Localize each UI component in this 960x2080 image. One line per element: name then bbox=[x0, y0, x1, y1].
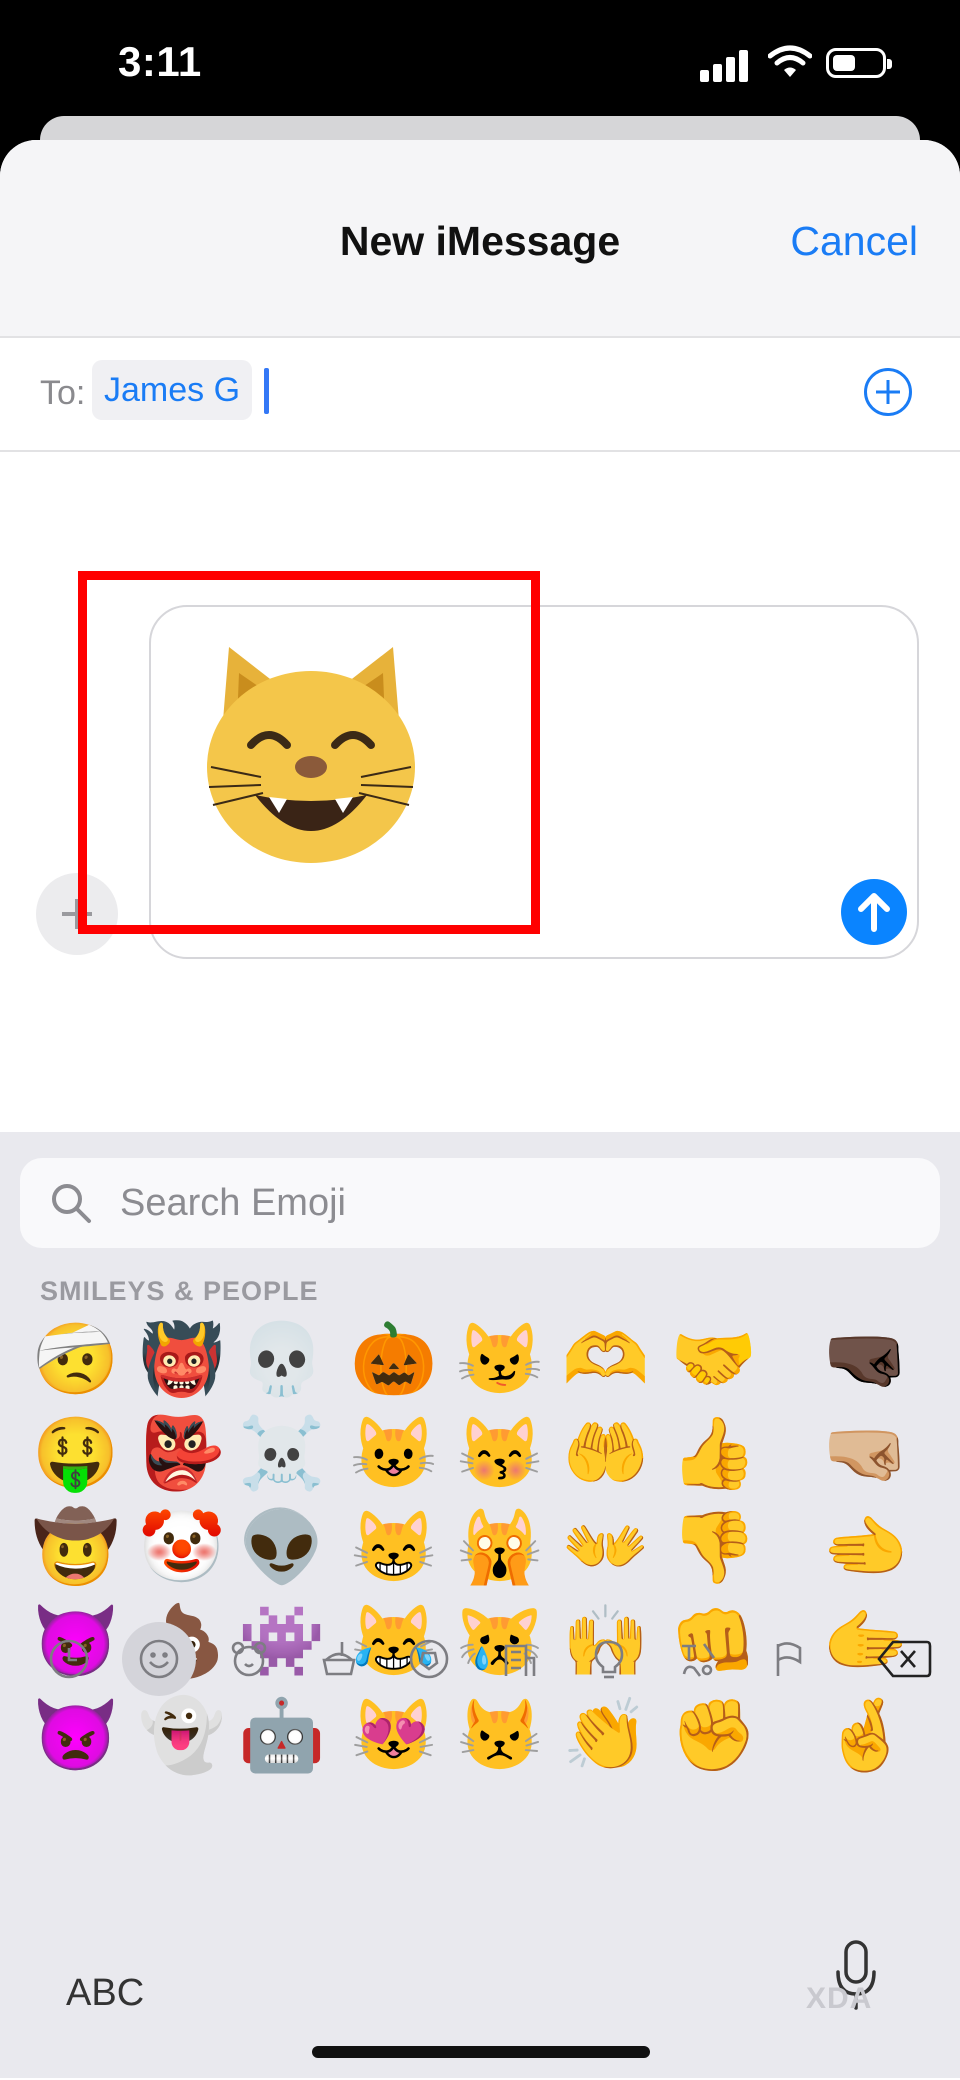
search-placeholder: Search Emoji bbox=[120, 1182, 346, 1224]
emoji-key[interactable]: 😸 bbox=[350, 1505, 437, 1589]
activity-icon[interactable] bbox=[392, 1622, 466, 1696]
delete-key[interactable] bbox=[864, 1622, 944, 1696]
arrow-up-icon bbox=[858, 893, 890, 932]
wifi-icon bbox=[768, 45, 812, 77]
emoji-key[interactable]: 🙀 bbox=[456, 1505, 543, 1589]
emoji-key[interactable]: 🤲 bbox=[562, 1411, 649, 1495]
emoji-key[interactable]: 👎 bbox=[670, 1505, 757, 1589]
emoji-key[interactable]: 😺 bbox=[350, 1411, 437, 1495]
section-label: SMILEYS & PEOPLE bbox=[40, 1276, 319, 1306]
send-button[interactable] bbox=[841, 879, 907, 945]
animals-icon[interactable] bbox=[212, 1622, 286, 1696]
emoji-key[interactable]: 💀 bbox=[238, 1317, 325, 1401]
navigation-bar: New iMessage Cancel bbox=[0, 140, 960, 338]
emoji-key[interactable]: ☠️ bbox=[238, 1411, 325, 1495]
objects-icon[interactable] bbox=[572, 1622, 646, 1696]
highlight-box bbox=[78, 571, 540, 934]
emoji-category-bar bbox=[0, 1622, 960, 1702]
flags-icon[interactable] bbox=[752, 1622, 826, 1696]
emoji-key[interactable]: 😾 bbox=[456, 1693, 543, 1777]
emoji-key[interactable]: 👿 bbox=[32, 1693, 119, 1777]
add-contact-icon[interactable] bbox=[864, 368, 912, 416]
symbols-icon[interactable] bbox=[662, 1622, 736, 1696]
to-label: To: bbox=[40, 374, 86, 412]
emoji-key[interactable]: 😻 bbox=[350, 1693, 437, 1777]
emoji-key[interactable]: 🤑 bbox=[32, 1411, 119, 1495]
emoji-key[interactable]: 🤜🏿 bbox=[822, 1317, 909, 1401]
text-cursor bbox=[264, 368, 269, 414]
emoji-key[interactable]: 👻 bbox=[138, 1693, 225, 1777]
emoji-key[interactable]: 🤠 bbox=[32, 1505, 119, 1589]
emoji-keyboard: Search Emoji SMILEYS & PEOPLE 🤕 🤑 🤠 😈 👿 … bbox=[0, 1132, 960, 2078]
emoji-key[interactable]: ✊ bbox=[670, 1693, 757, 1777]
emoji-key[interactable]: 😼 bbox=[456, 1317, 543, 1401]
emoji-key[interactable]: 😽 bbox=[456, 1411, 543, 1495]
travel-icon[interactable] bbox=[482, 1622, 556, 1696]
recent-icon[interactable] bbox=[32, 1622, 106, 1696]
emoji-key[interactable]: 👐 bbox=[562, 1505, 649, 1589]
cancel-button[interactable]: Cancel bbox=[790, 218, 918, 265]
watermark-logo: XDA bbox=[806, 1982, 873, 2015]
emoji-key[interactable]: 👺 bbox=[138, 1411, 225, 1495]
emoji-key[interactable]: 👍 bbox=[670, 1411, 757, 1495]
smileys-icon[interactable] bbox=[122, 1622, 196, 1696]
emoji-search-field[interactable]: Search Emoji bbox=[20, 1158, 940, 1248]
emoji-key[interactable]: 🤜🏼 bbox=[822, 1411, 909, 1495]
search-icon bbox=[52, 1184, 91, 1223]
battery-icon bbox=[826, 48, 892, 78]
emoji-key[interactable]: 👽 bbox=[238, 1505, 325, 1589]
emoji-key[interactable]: 👏 bbox=[562, 1693, 649, 1777]
emoji-key[interactable]: 🫶 bbox=[562, 1317, 649, 1401]
emoji-key[interactable]: 🎃 bbox=[350, 1317, 437, 1401]
status-time: 3:11 bbox=[118, 38, 202, 85]
recipient-row[interactable]: To: James G bbox=[0, 338, 960, 452]
home-indicator bbox=[312, 2046, 650, 2058]
food-icon[interactable] bbox=[302, 1622, 376, 1696]
backspace-icon bbox=[877, 1640, 932, 1678]
status-bar: 3:11 bbox=[0, 0, 960, 128]
emoji-key[interactable]: 🤡 bbox=[138, 1505, 225, 1589]
cellular-signal-icon bbox=[700, 48, 750, 82]
emoji-key[interactable]: 👹 bbox=[138, 1317, 225, 1401]
emoji-key[interactable]: 🤝 bbox=[670, 1317, 757, 1401]
emoji-key[interactable]: 🤞 bbox=[822, 1693, 909, 1777]
abc-key[interactable]: ABC bbox=[66, 1972, 144, 2015]
emoji-key[interactable]: 🤖 bbox=[238, 1693, 325, 1777]
emoji-key[interactable]: 🤕 bbox=[32, 1317, 119, 1401]
emoji-key[interactable]: 🫲 bbox=[822, 1505, 909, 1589]
recipient-chip[interactable]: James G bbox=[92, 360, 253, 420]
